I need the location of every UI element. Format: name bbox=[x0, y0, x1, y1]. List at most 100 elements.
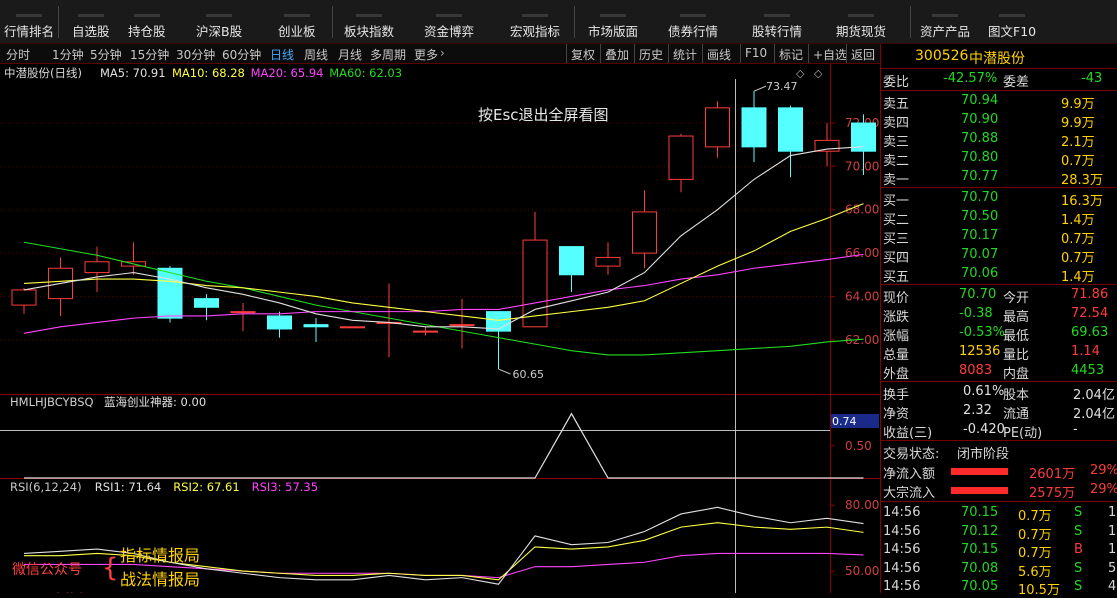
period-tab[interactable]: 30分钟 bbox=[176, 46, 215, 63]
period-tab[interactable]: 分时 bbox=[6, 46, 30, 63]
toolbar-item[interactable]: 资产产品 bbox=[920, 4, 970, 40]
toolbar-item[interactable]: 图文F10 bbox=[988, 4, 1036, 40]
toolbar-item-icon bbox=[522, 5, 548, 17]
flow-value: 2575万 bbox=[1029, 486, 1076, 501]
period-action-button[interactable]: 标记 bbox=[774, 44, 807, 63]
toolbar-item[interactable]: 自选股 bbox=[72, 4, 110, 40]
sell-price: 70.94 bbox=[961, 93, 999, 108]
ma60-line bbox=[23, 241, 864, 356]
toolbar-item-label: 股转行情 bbox=[752, 24, 803, 39]
tick-vol: 10.5万 bbox=[1018, 583, 1060, 598]
indicator-line bbox=[24, 412, 864, 479]
period-tab[interactable]: 周线 bbox=[304, 46, 328, 63]
toolbar-item[interactable]: 持仓股 bbox=[128, 4, 166, 40]
toolbar-item-label: 沪深B股 bbox=[196, 24, 243, 39]
toolbar-item-icon bbox=[932, 5, 958, 17]
period-tab[interactable]: 60分钟 bbox=[222, 46, 261, 63]
toolbar-item-label: 市场版面 bbox=[588, 24, 639, 39]
tick-side: S bbox=[1074, 523, 1083, 539]
chart-title: 中潜股份(日线) bbox=[4, 66, 82, 80]
stats-value: - bbox=[1073, 422, 1078, 437]
period-tab[interactable]: 1分钟 bbox=[52, 46, 84, 63]
quote-value: -0.38 bbox=[959, 306, 993, 321]
toolbar-item[interactable]: 沪深B股 bbox=[196, 4, 242, 40]
rsi-label: RSI3: 57.35 bbox=[252, 480, 318, 494]
toolbar-item[interactable]: 市场版面 bbox=[588, 4, 638, 40]
buy-label: 买五 bbox=[883, 270, 910, 285]
period-action-button[interactable]: 叠加 bbox=[600, 44, 633, 63]
quote-value: 72.54 bbox=[1071, 306, 1109, 321]
period-action-button[interactable]: F10 bbox=[740, 44, 771, 63]
toolbar-item[interactable]: 股转行情 bbox=[752, 4, 802, 40]
more-chevron-icon[interactable]: › bbox=[440, 46, 445, 60]
buy-vol: 0.7万 bbox=[1061, 232, 1095, 247]
toolbar-item[interactable]: 板块指数 bbox=[344, 4, 394, 40]
period-action-button[interactable]: 统计 bbox=[668, 44, 701, 63]
toolbar-item[interactable]: 宏观指标 bbox=[510, 4, 560, 40]
high-label-pointer bbox=[753, 85, 767, 92]
flow-label: 大宗流入 bbox=[883, 486, 936, 501]
period-tab[interactable]: 月线 bbox=[338, 46, 362, 63]
quote-label: 量比 bbox=[1003, 348, 1030, 363]
kline-chart[interactable]: 62.0064.0066.0068.0070.0072.0073.4760.65… bbox=[0, 64, 880, 598]
sell-label: 卖五 bbox=[883, 97, 910, 112]
period-action-button[interactable]: 返回 bbox=[846, 44, 879, 63]
toolbar-item[interactable]: 行情排名 bbox=[4, 4, 54, 40]
period-action-button[interactable]: 画线 bbox=[702, 44, 735, 63]
toolbar-item[interactable]: 债券行情 bbox=[668, 4, 718, 40]
candle bbox=[303, 318, 329, 342]
stats-value: 2.04亿 bbox=[1073, 407, 1115, 422]
stats-value: 0.61% bbox=[963, 384, 1005, 399]
toolbar-item[interactable]: 资金博弈 bbox=[424, 4, 474, 40]
toolbar-item[interactable]: 期货现货 bbox=[836, 4, 886, 40]
period-tab[interactable]: 更多 bbox=[414, 46, 438, 63]
indicator-current-value: 0.74 bbox=[832, 415, 857, 428]
buy-price: 70.06 bbox=[961, 266, 999, 281]
quote-label: 现价 bbox=[883, 291, 910, 306]
high-label: 73.47 bbox=[766, 80, 798, 93]
sell-row: 卖二 70.80 0.7万 bbox=[881, 149, 1117, 169]
candle bbox=[632, 190, 657, 269]
period-action-button[interactable]: 复权 bbox=[566, 44, 599, 63]
tick-side: S bbox=[1074, 560, 1083, 576]
panel-settings-icon[interactable]: ◇ bbox=[796, 67, 805, 80]
tick-row: 14:56 70.05 10.5万 S 4 bbox=[881, 578, 1117, 598]
tick-row: 14:56 70.08 5.6万 S 5 bbox=[881, 560, 1117, 580]
sell-vol: 0.7万 bbox=[1061, 154, 1095, 169]
panel-close-icon[interactable]: ◇ bbox=[814, 67, 823, 80]
chart-canvas: 62.0064.0066.0068.0070.0072.0073.4760.65… bbox=[0, 64, 880, 598]
candle bbox=[340, 326, 365, 329]
toolbar-item-icon bbox=[680, 5, 706, 17]
ma-label: MA5: 70.91 bbox=[100, 66, 166, 80]
period-action-button[interactable]: +自选 bbox=[808, 44, 851, 63]
quote-value: 71.86 bbox=[1071, 287, 1109, 302]
stats-label: 净资 bbox=[883, 407, 910, 422]
toolbar-item-icon bbox=[77, 5, 104, 17]
sell-price: 70.90 bbox=[961, 112, 999, 127]
sell-row: 卖四 70.90 9.9万 bbox=[881, 111, 1117, 131]
divider bbox=[881, 284, 1117, 285]
period-action-button[interactable]: 历史 bbox=[634, 44, 667, 63]
flow-row: 净流入额 2601万 29% bbox=[881, 462, 1117, 482]
sell-row: 卖五 70.94 9.9万 bbox=[881, 92, 1117, 112]
tick-vol: 5.6万 bbox=[1018, 564, 1052, 580]
period-tab[interactable]: 日线 bbox=[270, 46, 294, 63]
toolbar-item[interactable]: 创业板 bbox=[278, 4, 316, 40]
period-tab[interactable]: 15分钟 bbox=[130, 46, 169, 63]
toolbar-item-label: 创业板 bbox=[278, 24, 316, 39]
tick-row: 14:56 70.12 0.7万 S 1 bbox=[881, 523, 1117, 543]
toolbar-item-label: 持仓股 bbox=[128, 24, 166, 39]
stats-label: 股本 bbox=[1003, 388, 1030, 403]
ma10-line bbox=[23, 203, 864, 321]
sell-vol: 9.9万 bbox=[1061, 97, 1095, 112]
period-tab[interactable]: 多周期 bbox=[370, 46, 406, 63]
tick-price: 70.15 bbox=[961, 542, 999, 558]
period-tab[interactable]: 5分钟 bbox=[90, 46, 122, 63]
tick-side: B bbox=[1074, 542, 1083, 558]
top-toolbar: 行情排名 自选股 持仓股 沪深B股 创业板 板块指数 资金博弈 宏观指标 市场版面 债券行情 股转行… bbox=[0, 0, 1117, 44]
ma5-line bbox=[23, 146, 864, 330]
flow-pct: 29% bbox=[1090, 482, 1117, 497]
y-tick-label: 80.00 bbox=[845, 498, 879, 512]
tick-vol: 0.7万 bbox=[1018, 527, 1052, 543]
tick-vol: 0.7万 bbox=[1018, 509, 1052, 524]
